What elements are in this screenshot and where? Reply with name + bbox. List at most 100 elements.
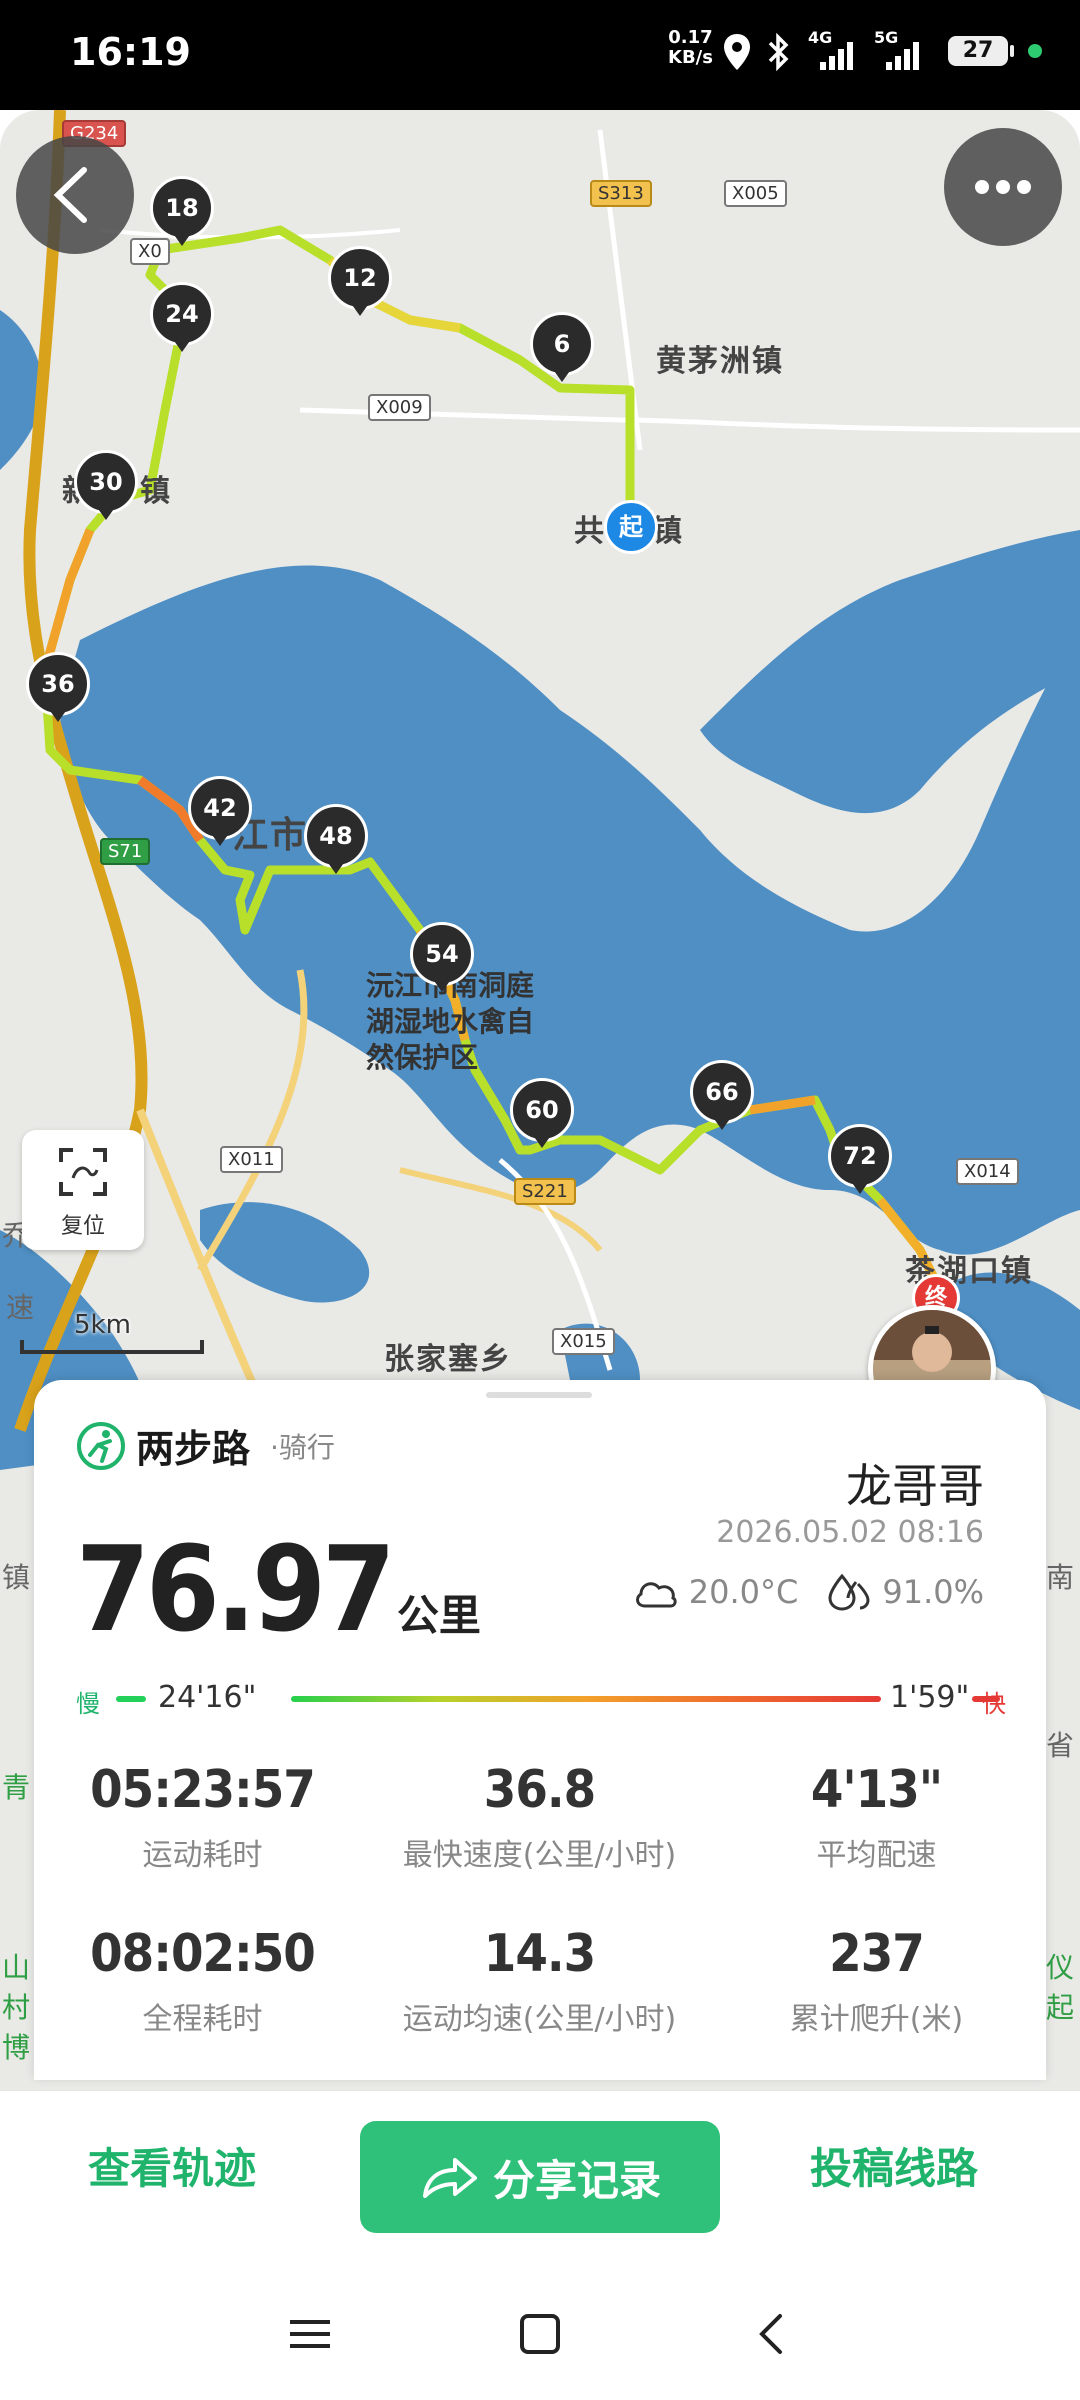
km-marker[interactable]: 42 [188,776,254,846]
stat-label: 平均配速 [816,1838,937,1873]
pace-slow-label: 慢 [76,1690,100,1718]
edge-label: 镇 [2,1561,31,1594]
net-speed-unit: KB/s [668,47,713,68]
signal-5g-icon: 5G [872,28,924,72]
pace-fast-value: 1'59" [890,1680,970,1715]
summary-card: 两步路 ·骑行 龙哥哥 2026.05.02 08:16 76.97 公里 20… [34,1380,1046,2080]
stat-elevation-gain: 237 累计爬升(米) [708,1924,1045,2038]
brand-name: 两步路 [136,1427,251,1471]
more-dots-icon [975,180,1031,194]
submit-route-button[interactable]: 投稿线路 [810,2135,978,2196]
start-marker[interactable]: 起 [604,500,658,554]
back-button[interactable] [16,136,134,254]
stat-value: 36.8 [483,1760,596,1820]
km-marker[interactable]: 60 [510,1078,576,1148]
net-speed: 0.17 KB/s [668,28,713,68]
signal-4g-icon: 4G [806,28,858,72]
road-tag: S221 [514,1178,576,1205]
town-label: 镇 [140,474,172,509]
road-tag: X015 [552,1328,615,1355]
view-track-button[interactable]: 查看轨迹 [88,2135,256,2196]
home-icon[interactable] [518,2312,562,2356]
status-icons: 4G 5G [722,28,924,74]
road-tag: X014 [956,1158,1019,1185]
share-button[interactable]: 分享记录 [360,2121,720,2233]
distance-unit: 公里 [396,1591,481,1640]
scale-ruler [20,1340,204,1354]
pace-legend: 慢 24'16" 1'59" 快 [76,1680,1006,1720]
weather: 20.0°C 91.0% [633,1572,984,1612]
stat-value: 08:02:50 [90,1924,316,1984]
km-marker[interactable]: 48 [304,804,370,874]
edge-label: 山 [2,1951,31,1984]
stat-label: 运动耗时 [142,1838,263,1873]
edge-label: 村 [2,1991,31,2024]
reset-button[interactable]: 复位 [22,1130,144,1250]
road-tag: X005 [724,180,787,207]
stat-total-time: 08:02:50 全程耗时 [34,1924,371,2038]
road-tag: X0 [130,238,170,265]
edge-label: 仪 [1046,1951,1075,1984]
distance-value: 76.97 [76,1520,396,1658]
edge-label: 省 [1046,1729,1075,1762]
stat-avg-speed: 14.3 运动均速(公里/小时) [371,1924,708,2038]
humidity: 91.0% [882,1573,984,1611]
road-tag: X009 [368,394,431,421]
km-marker[interactable]: 36 [26,652,92,722]
back-nav-icon[interactable] [752,2312,792,2356]
pace-gradient [291,1696,881,1702]
edge-label: 起 [1046,1991,1075,2024]
activity-type: ·骑行 [270,1430,335,1464]
status-time: 16:19 [70,30,191,74]
stat-label: 累计爬升(米) [789,2002,964,2037]
road-tag: S71 [100,838,151,865]
share-arrow-icon [422,2158,477,2198]
cloud-icon [635,1582,677,1608]
drag-handle[interactable] [486,1392,592,1398]
pace-slow-value: 24'16" [158,1680,257,1715]
scale-label: 5km [74,1310,131,1340]
stat-label: 最快速度(公里/小时) [402,1838,677,1873]
chevron-left-icon [53,167,87,223]
charging-dot [1028,44,1042,58]
km-marker[interactable]: 6 [530,312,596,382]
more-button[interactable] [944,128,1062,246]
km-marker[interactable]: 72 [828,1124,894,1194]
battery-icon: 27 [948,36,1014,66]
edge-label: 南 [1046,1561,1075,1594]
stat-max-speed: 36.8 最快速度(公里/小时) [371,1760,708,1874]
user-name: 龙哥哥 [846,1459,984,1513]
pace-fast-label: 快 [982,1690,1006,1718]
scale-bar: 5km [20,1310,204,1354]
share-label: 分享记录 [492,2155,661,2205]
status-bar: 16:19 0.17 KB/s 4G 5G 27 [0,0,1080,110]
town-label: 黄茅洲镇 [656,344,784,379]
km-marker[interactable]: 54 [410,922,476,992]
stat-avg-pace: 4'13" 平均配速 [708,1760,1045,1874]
stat-value: 237 [829,1924,925,1984]
stat-moving-time: 05:23:57 运动耗时 [34,1760,371,1874]
edge-label: 博 [2,2031,31,2064]
slow-swatch [116,1696,146,1702]
stat-label: 运动均速(公里/小时) [402,2002,677,2037]
town-label: 共 [574,514,606,549]
system-nav-bar [0,2270,1080,2400]
menu-icon[interactable] [288,2314,332,2354]
distance: 76.97 公里 [76,1520,481,1658]
stat-value: 05:23:57 [90,1760,316,1820]
brand: 两步路 ·骑行 [76,1418,335,1473]
stat-value: 14.3 [483,1924,596,1984]
town-label: 张家塞乡 [384,1342,512,1377]
road-tag: X011 [220,1146,283,1173]
stat-label: 全程耗时 [142,2002,263,2037]
km-marker[interactable]: 24 [150,282,216,352]
km-marker[interactable]: 18 [150,176,216,246]
km-marker[interactable]: 12 [328,246,394,316]
locate-icon [59,1148,107,1196]
km-marker[interactable]: 30 [74,450,140,520]
net-speed-value: 0.17 [668,27,713,48]
temperature: 20.0°C [688,1573,799,1611]
action-bar: 查看轨迹 分享记录 投稿线路 [0,2090,1080,2271]
edge-label: 青 [2,1771,31,1804]
km-marker[interactable]: 66 [690,1060,756,1130]
